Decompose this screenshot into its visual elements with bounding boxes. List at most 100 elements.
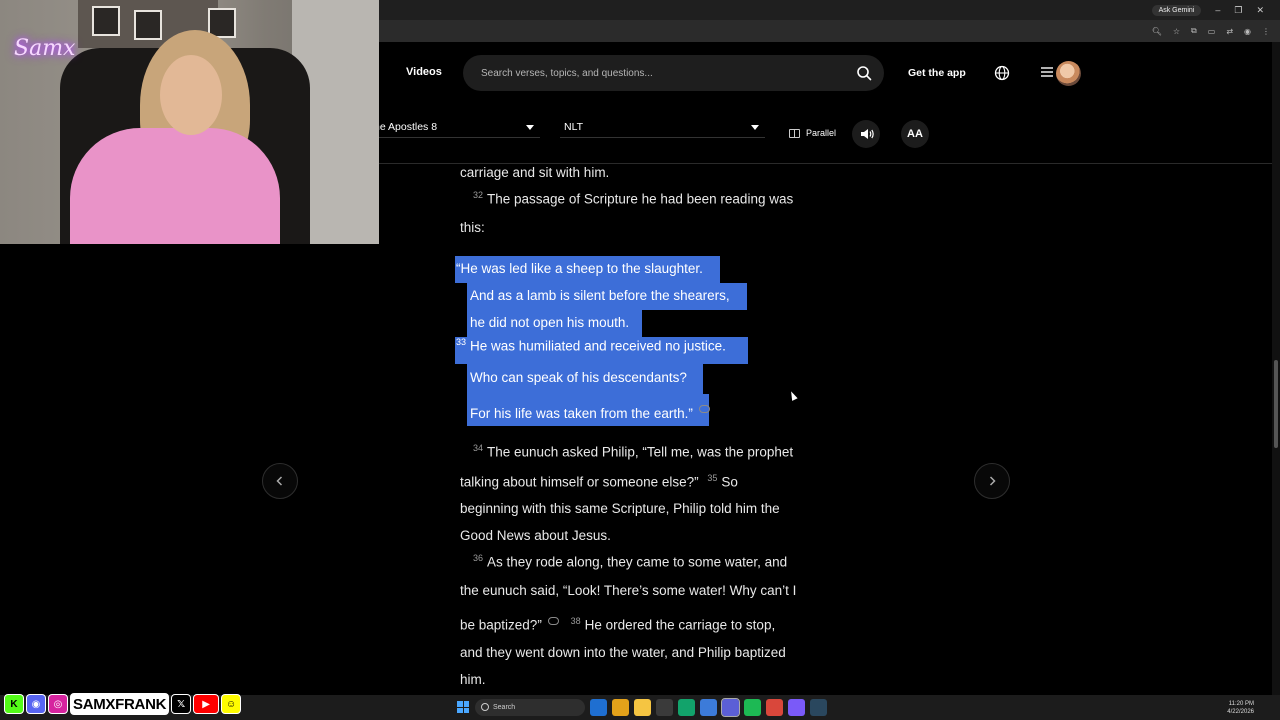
footnote-icon[interactable] <box>547 616 559 625</box>
search-input[interactable] <box>481 55 841 91</box>
app-icon[interactable] <box>678 699 695 716</box>
parallel-icon <box>789 128 800 138</box>
store-icon[interactable] <box>656 699 673 716</box>
verse-text: Good News about Jesus. <box>460 528 611 543</box>
verse-text: beginning with this same Scripture, Phil… <box>460 501 780 516</box>
poetry-line: He was humiliated and received no justic… <box>470 338 726 354</box>
close-icon[interactable]: ✕ <box>1256 5 1264 16</box>
verse-text: The eunuch asked Philip, “Tell me, was t… <box>487 444 794 460</box>
kick-icon: K <box>4 694 24 714</box>
verse-text: him. <box>460 672 486 687</box>
verse-33: 33 He was humiliated and received no just… <box>456 337 726 354</box>
next-chapter-button[interactable] <box>974 463 1010 499</box>
chrome-icon[interactable] <box>766 699 783 716</box>
chrome-icon[interactable] <box>612 699 629 716</box>
footnote-icon[interactable] <box>698 405 710 413</box>
youtube-icon: ▶ <box>193 694 220 714</box>
parallel-button[interactable]: Parallel <box>789 128 836 138</box>
verse-number: 36 <box>473 553 484 563</box>
version-select[interactable]: NLT <box>560 116 765 138</box>
ask-gemini-button[interactable]: Ask Gemini <box>1151 4 1202 16</box>
previous-chapter-button[interactable] <box>262 463 298 499</box>
verse-text: talking about himself or someone else?” <box>460 474 699 490</box>
speaker-icon <box>861 129 874 139</box>
verse-text: be baptized?” <box>460 617 542 633</box>
translate-icon[interactable]: ⇄ <box>1226 27 1233 36</box>
verse-34: 34 The eunuch asked Philip, “Tell me, was… <box>473 443 793 460</box>
poetry-line: For his life was taken from the earth.” <box>470 405 710 421</box>
streamer-face <box>160 55 222 135</box>
taskbar-search-label: Search <box>493 704 516 711</box>
parallel-label: Parallel <box>806 128 837 138</box>
x-icon: 𝕏 <box>171 694 192 714</box>
file-explorer-icon[interactable] <box>634 699 651 716</box>
taskbar-search[interactable]: Search <box>475 699 585 716</box>
scrollbar-thumb[interactable] <box>1274 360 1278 448</box>
font-settings-button[interactable]: AA <box>901 120 929 148</box>
instagram-icon: ◎ <box>48 694 68 714</box>
verse-text: this: <box>460 220 485 235</box>
social-overlay-bar: K ◉ ◎ SAMXFRANK 𝕏 ▶ ☺ <box>4 692 242 716</box>
audio-button[interactable] <box>852 120 880 148</box>
steam-icon[interactable] <box>810 699 827 716</box>
nav-link-videos[interactable]: Videos <box>406 66 442 78</box>
window-controls: Ask Gemini – ❐ ✕ <box>1151 0 1280 20</box>
verse-text: carriage and sit with him. <box>460 165 610 180</box>
verse-number: 38 <box>570 616 581 626</box>
app-icon[interactable] <box>788 699 805 716</box>
clock-time: 11:20 PM <box>1228 701 1254 707</box>
verse-32: 32 The passage of Scripture he had been r… <box>473 190 793 207</box>
user-avatar[interactable] <box>1056 61 1081 86</box>
chevron-down-icon <box>751 125 759 130</box>
profile-icon[interactable]: ◉ <box>1244 27 1251 36</box>
taskbar-clock: 11:20 PM 4/22/2026 <box>1227 700 1254 716</box>
chevron-right-icon <box>989 476 996 486</box>
chevron-down-icon <box>526 125 534 130</box>
active-app-icon[interactable] <box>721 698 740 717</box>
verse-number: 35 <box>707 473 718 483</box>
minimize-icon[interactable]: – <box>1215 5 1220 15</box>
snapchat-icon: ☺ <box>221 694 242 714</box>
streamer-hoodie <box>70 128 280 244</box>
app-icon[interactable] <box>700 699 717 716</box>
discord-icon: ◉ <box>26 694 46 714</box>
clock-date: 4/22/2026 <box>1227 709 1254 715</box>
hamburger-menu-icon[interactable] <box>1041 66 1053 78</box>
poetry-line: Who can speak of his descendants? <box>470 370 687 385</box>
verse-text: As they rode along, they came to some wa… <box>487 554 788 570</box>
cast-icon[interactable]: ▭ <box>1208 27 1216 36</box>
spotify-icon[interactable] <box>744 699 761 716</box>
search-icon[interactable] <box>856 65 872 81</box>
verse-text: So <box>721 474 738 490</box>
book-chapter-label: he Apostles 8 <box>374 121 438 133</box>
extensions-icon[interactable]: ⧉ <box>1191 26 1197 36</box>
taskbar-apps <box>590 698 827 717</box>
restore-icon[interactable]: ❐ <box>1234 5 1242 16</box>
book-chapter-select[interactable]: he Apostles 8 <box>370 116 540 138</box>
wall-frame <box>134 10 162 40</box>
globe-icon[interactable] <box>994 65 1010 81</box>
verse-number: 33 <box>456 337 467 347</box>
poetry-line: “He was led like a sheep to the slaughte… <box>456 261 703 276</box>
search-icon <box>481 703 489 711</box>
wall-frame <box>92 6 120 36</box>
zoom-icon[interactable]: 🔍︎ <box>1152 27 1162 36</box>
version-label: NLT <box>564 121 584 133</box>
verse-text: He ordered the carriage to stop, <box>584 617 776 633</box>
scripture-text: carriage and sit with him. 32 The passage… <box>0 165 1272 695</box>
verse-text: the eunuch said, “Look! There’s some wat… <box>460 583 797 598</box>
verse-number: 32 <box>473 190 484 200</box>
verse-38: be baptized?” 38 He ordered the carriage … <box>460 616 775 633</box>
edge-icon[interactable] <box>590 699 607 716</box>
social-handle: SAMXFRANK <box>70 693 170 715</box>
poetry-line-text: For his life was taken from the earth.” <box>470 406 693 421</box>
get-the-app-link[interactable]: Get the app <box>908 67 966 79</box>
bookmark-star-icon[interactable]: ☆ <box>1173 27 1180 36</box>
poetry-line: And as a lamb is silent before the shear… <box>470 288 730 303</box>
verse-text: The passage of Scripture he had been rea… <box>487 191 794 207</box>
more-menu-icon[interactable]: ⋮ <box>1262 27 1270 36</box>
page-scrollbar[interactable] <box>1272 42 1280 695</box>
neon-logo: Samx <box>14 36 76 61</box>
windows-start-icon[interactable] <box>457 701 469 713</box>
verse-number: 34 <box>473 443 484 453</box>
